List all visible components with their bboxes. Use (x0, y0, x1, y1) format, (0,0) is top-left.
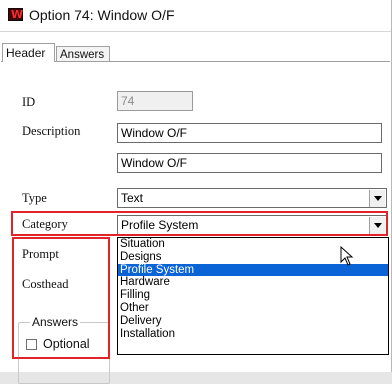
id-field: 74 (117, 91, 193, 111)
type-label: Type (22, 191, 47, 205)
dropdown-option-delivery[interactable]: Delivery (118, 315, 388, 328)
description-label: Description (22, 124, 81, 138)
type-dropdown-button[interactable] (369, 190, 385, 207)
mouse-pointer-icon (340, 246, 354, 266)
type-select[interactable]: Text (117, 188, 387, 208)
dropdown-option-other[interactable]: Other (118, 302, 388, 315)
id-label: ID (22, 95, 36, 109)
tab-header[interactable]: Header (2, 43, 55, 62)
category-highlight-box (11, 211, 388, 236)
type-select-value: Text (121, 191, 144, 205)
dropdown-option-filling[interactable]: Filling (118, 289, 388, 302)
tab-answers[interactable]: Answers (56, 46, 110, 62)
dropdown-option-hardware[interactable]: Hardware (118, 276, 388, 289)
title-bar: W Option 74: Window O/F (0, 0, 391, 32)
left-highlight-box (12, 237, 110, 359)
description-field[interactable]: Window O/F (117, 123, 382, 143)
description-field-2[interactable]: Window O/F (117, 153, 382, 173)
chevron-down-icon (374, 196, 382, 201)
dropdown-option-installation[interactable]: Installation (118, 328, 388, 341)
app-logo-icon: W (8, 8, 23, 21)
window-title: Option 74: Window O/F (29, 7, 175, 23)
option-window: W Option 74: Window O/F Header Answers I… (0, 0, 392, 384)
